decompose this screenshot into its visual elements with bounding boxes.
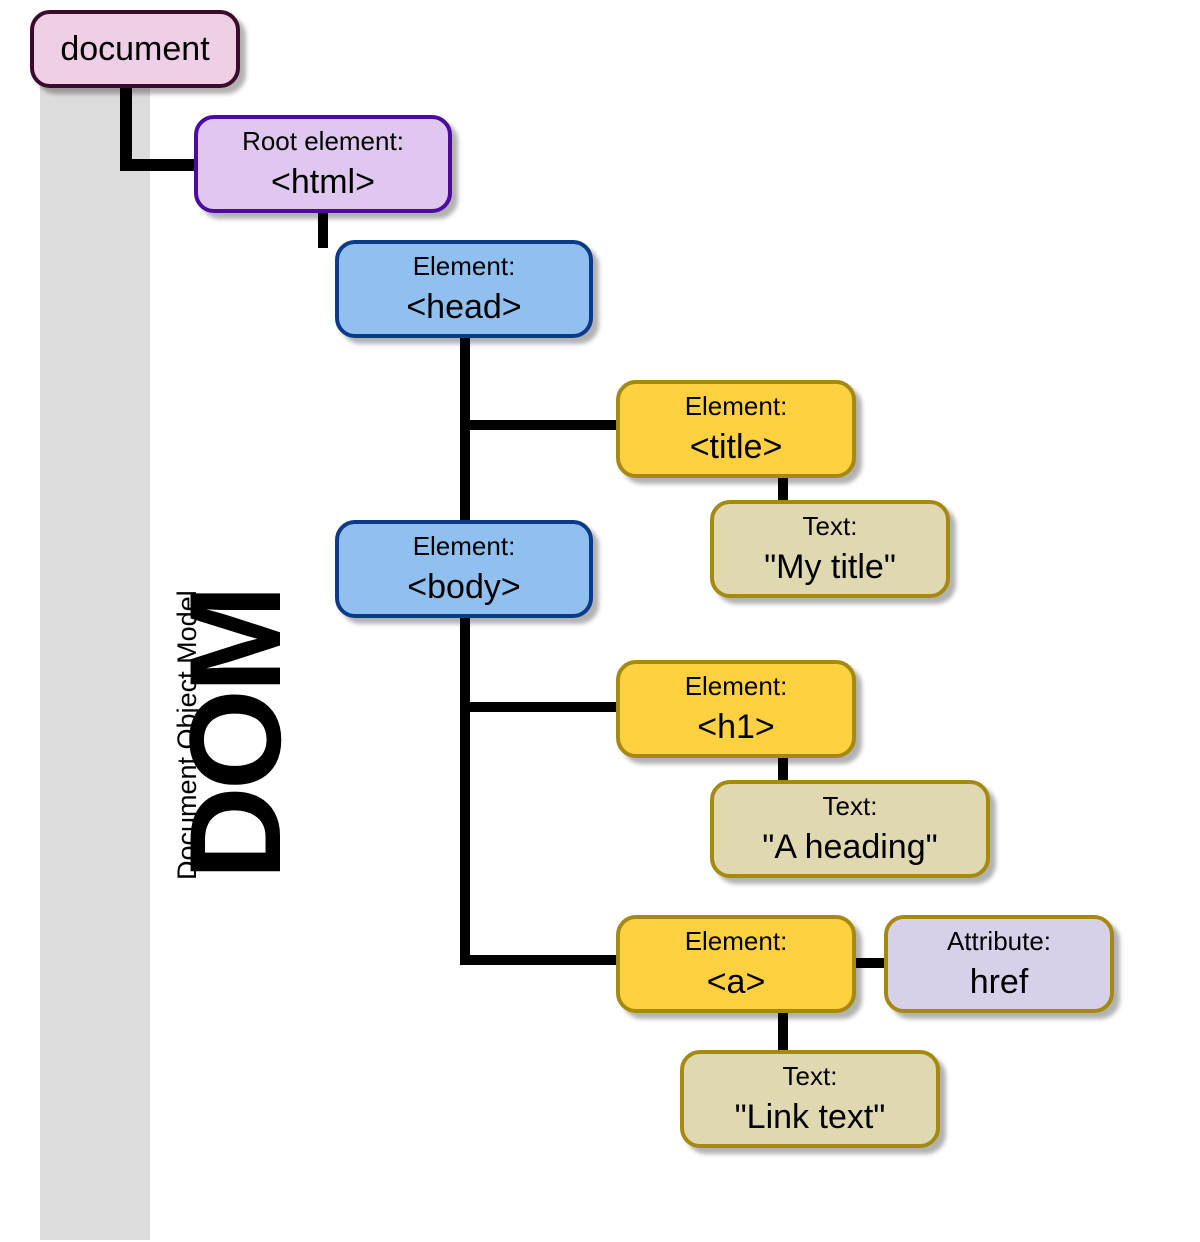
node-value: "A heading" [762, 828, 937, 867]
connector [460, 702, 625, 712]
node-label: document [60, 30, 209, 69]
connector [460, 955, 625, 965]
node-value: "My title" [764, 548, 896, 587]
node-a-text: Text: "Link text" [680, 1050, 940, 1148]
node-value: "Link text" [735, 1098, 886, 1137]
node-type: Element: [685, 926, 788, 957]
node-tag: <head> [406, 288, 521, 327]
connector [460, 338, 470, 528]
node-a-attribute: Attribute: href [884, 915, 1114, 1013]
node-tag: <html> [271, 163, 375, 202]
node-type: Text: [823, 791, 878, 822]
node-h1-text: Text: "A heading" [710, 780, 990, 878]
dom-expansion: Document Object Model [172, 590, 203, 880]
node-html: Root element: <html> [194, 115, 452, 213]
node-type: Element: [413, 531, 516, 562]
node-h1: Element: <h1> [616, 660, 856, 758]
node-a: Element: <a> [616, 915, 856, 1013]
node-tag: <a> [707, 963, 766, 1002]
node-head: Element: <head> [335, 240, 593, 338]
node-title: Element: <title> [616, 380, 856, 478]
connector [318, 213, 328, 248]
node-body: Element: <body> [335, 520, 593, 618]
node-type: Text: [783, 1061, 838, 1092]
node-type: Root element: [242, 126, 404, 157]
node-type: Text: [803, 511, 858, 542]
node-tag: <h1> [697, 708, 775, 747]
node-type: Element: [413, 251, 516, 282]
node-value: href [970, 963, 1029, 1002]
node-document: document [30, 10, 240, 88]
node-type: Element: [685, 391, 788, 422]
node-type: Attribute: [947, 926, 1051, 957]
node-title-text: Text: "My title" [710, 500, 950, 598]
vertical-bar [40, 62, 150, 1240]
node-type: Element: [685, 671, 788, 702]
connector [120, 159, 200, 171]
diagram-canvas: { "sidebar": { "acronym": "DOM", "expans… [0, 0, 1200, 1242]
node-tag: <title> [690, 428, 783, 467]
connector [460, 420, 625, 430]
node-tag: <body> [407, 568, 520, 607]
connector [460, 618, 470, 958]
